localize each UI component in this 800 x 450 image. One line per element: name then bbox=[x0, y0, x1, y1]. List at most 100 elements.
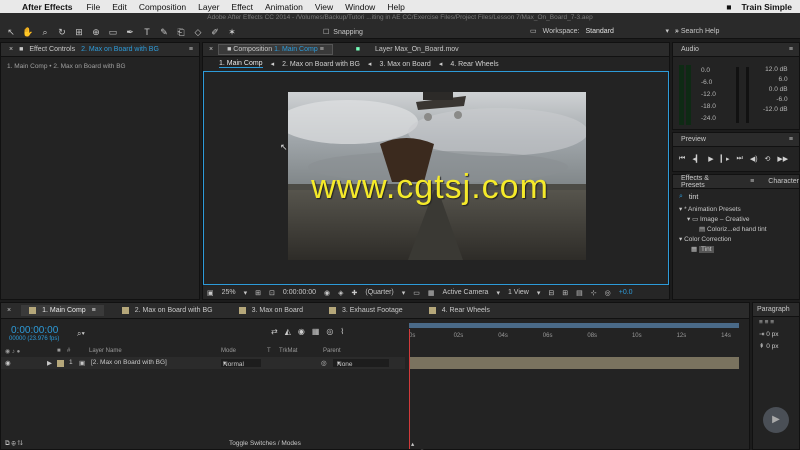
exposure-value[interactable]: +0.0 bbox=[619, 289, 633, 296]
menu-animation[interactable]: Animation bbox=[265, 2, 303, 12]
indent-left-field[interactable]: ⇥ 0 px bbox=[753, 328, 799, 340]
mute-icon[interactable]: ◀) bbox=[750, 155, 758, 163]
graph-editor-icon[interactable]: ⌇ bbox=[340, 327, 344, 336]
tab-exhaust-footage[interactable]: 3. Exhaust Footage bbox=[321, 305, 411, 316]
work-area-bar[interactable] bbox=[409, 323, 739, 328]
camera-tool-icon[interactable]: ⊞ bbox=[72, 26, 86, 38]
first-frame-icon[interactable]: ⏮ bbox=[679, 155, 685, 163]
selection-tool-icon[interactable]: ↖ bbox=[4, 26, 18, 38]
time-ruler[interactable]: 0s 02s 04s 06s 08s 10s 12s 14s bbox=[405, 333, 751, 343]
roto-brush-tool-icon[interactable]: ✐ bbox=[208, 26, 222, 38]
brush-tool-icon[interactable]: ✎ bbox=[157, 26, 171, 38]
menu-layer[interactable]: Layer bbox=[198, 2, 219, 12]
motion-blur-icon[interactable]: ◎ bbox=[326, 327, 333, 336]
menu-file[interactable]: File bbox=[87, 2, 101, 12]
tab-composition[interactable]: ■ Composition 1. Main Comp ≡ bbox=[218, 44, 333, 55]
snapshot-icon[interactable]: ◉ bbox=[324, 289, 330, 297]
play-icon[interactable]: ▶ bbox=[708, 155, 713, 163]
type-tool-icon[interactable]: T bbox=[140, 26, 154, 38]
channel-icon[interactable]: ✚ bbox=[352, 289, 358, 297]
shy-icon[interactable]: ◉ bbox=[298, 327, 305, 336]
parent-dropdown[interactable]: None ▾ bbox=[333, 359, 389, 368]
layer-name-header[interactable]: Layer Name bbox=[89, 348, 122, 354]
panel-menu-icon[interactable]: ≡ bbox=[750, 178, 754, 185]
paragraph-align-icons[interactable]: ≡ ≡ ≡ bbox=[753, 317, 799, 328]
tree-colorize-preset[interactable]: ▤ Coloriz...ed hand tint bbox=[673, 225, 799, 235]
indent-left-value[interactable]: 0 px bbox=[766, 331, 778, 338]
space-before-value[interactable]: 0 px bbox=[766, 343, 778, 350]
current-time-display[interactable]: 0:00:00:00 bbox=[11, 325, 58, 336]
tab-rear-wheels[interactable]: 4. Rear Wheels bbox=[421, 305, 498, 316]
zoom-tool-icon[interactable]: ⌕ bbox=[38, 26, 52, 38]
always-preview-icon[interactable]: ▣ bbox=[207, 289, 214, 297]
effects-search-input[interactable]: tint bbox=[689, 194, 698, 201]
menu-composition[interactable]: Composition bbox=[139, 2, 186, 12]
previous-frame-icon[interactable]: ◂▎ bbox=[692, 155, 701, 163]
timeline-icon[interactable]: ▤ bbox=[576, 289, 583, 297]
close-icon[interactable]: × bbox=[209, 46, 213, 53]
expand-triangle-icon[interactable]: ▶ bbox=[47, 359, 52, 367]
views-dropdown[interactable]: 1 View bbox=[508, 289, 529, 296]
crumb-max-on-board[interactable]: 3. Max on Board bbox=[379, 61, 430, 68]
tree-animation-presets[interactable]: ▾ * Animation Presets bbox=[673, 205, 799, 215]
close-icon[interactable]: × bbox=[7, 307, 11, 314]
audio-slider-left[interactable] bbox=[736, 67, 739, 123]
puppet-tool-icon[interactable]: ✶ bbox=[225, 26, 239, 38]
pan-behind-tool-icon[interactable]: ⊕ bbox=[89, 26, 103, 38]
eraser-tool-icon[interactable]: ◇ bbox=[191, 26, 205, 38]
search-help[interactable]: ⌕ Search Help bbox=[675, 28, 719, 36]
flowchart-icon[interactable]: ⊹ bbox=[591, 289, 597, 297]
tree-color-correction[interactable]: ▾ Color Correction bbox=[673, 235, 799, 245]
composition-viewer[interactable]: www.cgtsj.com ↖ bbox=[203, 71, 669, 285]
menu-help[interactable]: Help bbox=[387, 2, 404, 12]
grid-icon[interactable]: ⊞ bbox=[255, 289, 261, 297]
footer-toggle-icons[interactable]: ⧉ ⊕ ⇅ bbox=[5, 440, 23, 448]
space-before-field[interactable]: ⇞ 0 px bbox=[753, 340, 799, 352]
exposure-icon[interactable]: ◎ bbox=[605, 289, 611, 297]
tab-layer[interactable]: Layer Max_On_Board.mov bbox=[375, 46, 459, 53]
tab-character[interactable]: Character bbox=[768, 178, 799, 185]
transparency-grid-icon[interactable]: ▦ bbox=[428, 289, 435, 297]
parent-header[interactable]: Parent bbox=[323, 348, 341, 354]
comp-mini-flowchart-icon[interactable]: ⇄ bbox=[271, 327, 278, 336]
rotate-tool-icon[interactable]: ↻ bbox=[55, 26, 69, 38]
effects-search[interactable]: ⌕ tint bbox=[673, 189, 799, 205]
visibility-eye-icon[interactable]: ◉ bbox=[5, 359, 11, 367]
app-menu[interactable]: After Effects bbox=[22, 2, 73, 12]
timeline-track-area[interactable]: 0s 02s 04s 06s 08s 10s 12s 14s bbox=[405, 319, 751, 449]
workspace-selector[interactable]: ▭ Workspace: Standard ▾ » bbox=[530, 27, 679, 36]
play-overlay-icon[interactable]: ▶ bbox=[763, 407, 789, 433]
fast-preview-icon[interactable]: ⊞ bbox=[562, 289, 568, 297]
snapping-toggle[interactable]: ☐ Snapping bbox=[323, 28, 363, 37]
mode-dropdown[interactable]: Normal ▾ bbox=[221, 359, 261, 368]
audio-slider-right[interactable] bbox=[746, 67, 749, 123]
show-snapshot-icon[interactable]: ◈ bbox=[338, 289, 343, 297]
preview-tab[interactable]: Preview ≡ bbox=[673, 133, 799, 147]
mode-header[interactable]: Mode bbox=[221, 348, 236, 354]
toggle-switches-modes[interactable]: Toggle Switches / Modes bbox=[229, 440, 301, 447]
label-color-swatch[interactable] bbox=[57, 360, 64, 367]
close-icon[interactable]: × bbox=[9, 46, 13, 53]
parent-pickwhip-icon[interactable]: ◎ bbox=[321, 359, 327, 367]
tree-tint[interactable]: ▦ Tint bbox=[673, 245, 799, 255]
audio-tab[interactable]: Audio ≡ bbox=[673, 43, 799, 57]
zoom-dropdown[interactable]: 25% bbox=[222, 289, 236, 296]
menu-effect[interactable]: Effect bbox=[231, 2, 253, 12]
toggle-pixel-icon[interactable]: ⊟ bbox=[548, 289, 554, 297]
last-frame-icon[interactable]: ⏭ bbox=[737, 155, 743, 163]
loop-icon[interactable]: ⟲ bbox=[765, 155, 771, 163]
clone-tool-icon[interactable]: ⎗ bbox=[174, 26, 188, 38]
region-icon[interactable]: ▭ bbox=[413, 289, 420, 297]
timecode-display[interactable]: 0:00:00:00 bbox=[283, 289, 316, 296]
draft-3d-icon[interactable]: ◭ bbox=[285, 327, 291, 336]
effect-controls-tab[interactable]: × ■ Effect Controls 2. Max on Board with… bbox=[1, 43, 199, 57]
paragraph-tab[interactable]: Paragraph bbox=[753, 303, 799, 317]
crumb-main-comp[interactable]: 1. Main Comp bbox=[219, 60, 263, 68]
panel-menu-icon[interactable]: ≡ bbox=[789, 46, 799, 53]
timeline-layer-row[interactable]: ◉ ▶ 1 ▣ [2. Max on Board with BG] Normal… bbox=[1, 357, 405, 369]
menu-edit[interactable]: Edit bbox=[112, 2, 127, 12]
current-time-indicator[interactable] bbox=[409, 329, 410, 449]
tab-max-on-board[interactable]: 3. Max on Board bbox=[231, 305, 311, 316]
trkmat-header[interactable]: TrkMat bbox=[279, 348, 297, 354]
hand-tool-icon[interactable]: ✋ bbox=[21, 26, 35, 38]
